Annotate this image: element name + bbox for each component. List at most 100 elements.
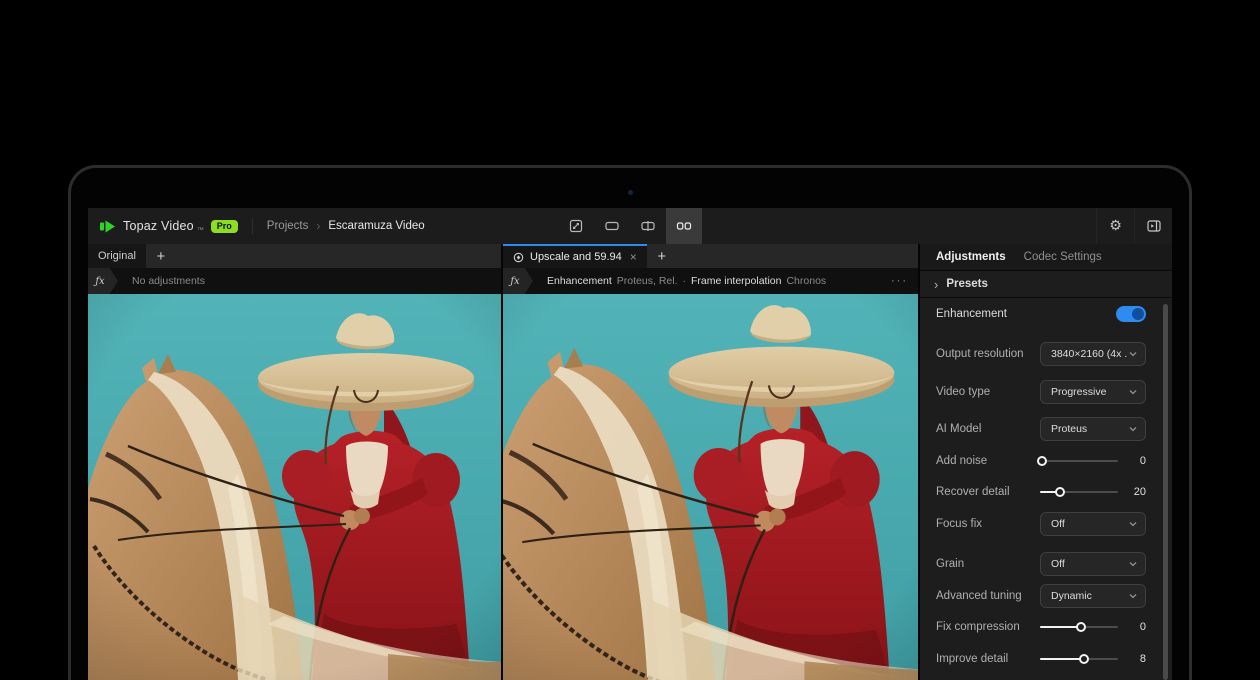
fit-view-button[interactable]	[558, 208, 594, 244]
row-label: Add noise	[936, 455, 1040, 467]
ai-model-dropdown[interactable]: Proteus	[1040, 417, 1146, 441]
app-title: Topaz Video	[123, 219, 194, 233]
webcam-dot	[628, 190, 633, 195]
row-label: Advanced tuning	[936, 590, 1040, 602]
slider-fill	[1040, 658, 1084, 660]
fx-icon: ƒx	[510, 276, 519, 287]
chevron-down-icon	[1128, 387, 1138, 397]
row-label: Grain	[936, 558, 1040, 570]
video-type-dropdown[interactable]: Progressive	[1040, 380, 1146, 404]
dropdown-value: 3840×2160 (4x ...	[1051, 348, 1128, 360]
panel-tabs: Adjustments Codec Settings	[920, 244, 1172, 271]
video-preview-upscaled[interactable]	[503, 294, 918, 680]
original-tabstrip: Original +	[88, 244, 501, 268]
dropdown-value: Off	[1051, 558, 1128, 570]
export-panel-toggle-button[interactable]	[1134, 208, 1172, 244]
chevron-right-icon: ›	[934, 278, 938, 291]
row-label: Improve detail	[936, 653, 1040, 665]
fit-view-icon	[568, 218, 584, 234]
tab-original[interactable]: Original	[88, 244, 146, 268]
dropdown-value: Progressive	[1051, 386, 1128, 398]
tab-upscale-label: Upscale and 59.94	[530, 251, 622, 263]
fx-badge: ƒx	[503, 268, 533, 294]
top-bar: Topaz Video ™ Pro Projects › Escaramuza …	[88, 208, 1172, 244]
panel-scrollbar[interactable]	[1163, 304, 1168, 680]
slider-thumb[interactable]	[1055, 487, 1065, 497]
dropdown-value: Proteus	[1051, 423, 1128, 435]
breadcrumb-current-project: Escaramuza Video	[328, 220, 424, 232]
fx-badge: ƒx	[88, 268, 118, 294]
tab-upscale[interactable]: Upscale and 59.94 ×	[503, 244, 647, 268]
output-resolution-row: Output resolution 3840×2160 (4x ...	[936, 342, 1146, 366]
recover-detail-row: Recover detail 20	[936, 480, 1146, 504]
single-view-icon	[604, 218, 620, 234]
fix-compression-row: Fix compression 0	[936, 615, 1146, 639]
presets-row[interactable]: › Presets	[920, 271, 1172, 298]
add-tab-button-left[interactable]: +	[146, 244, 176, 268]
gear-icon: ⚙	[1109, 219, 1122, 233]
side-by-side-view-icon	[676, 218, 692, 234]
row-label: Video type	[936, 386, 1040, 398]
split-view-button[interactable]	[630, 208, 666, 244]
slider-thumb[interactable]	[1079, 654, 1089, 664]
breadcrumb-projects[interactable]: Projects	[267, 220, 309, 232]
add-noise-row: Add noise 0	[936, 449, 1146, 473]
slider-value: 20	[1118, 486, 1146, 498]
original-fx-row: ƒx No adjustments	[88, 268, 501, 294]
add-tab-button-right[interactable]: +	[647, 244, 677, 268]
upscaled-frame-art	[503, 294, 918, 680]
chevron-down-icon	[1128, 349, 1138, 359]
improve-detail-slider[interactable]	[1040, 647, 1118, 671]
row-label: Recover detail	[936, 486, 1040, 498]
original-pane: Original + ƒx No adjustments	[88, 244, 501, 680]
dropdown-value: Dynamic	[1051, 590, 1128, 602]
slider-value: 0	[1118, 455, 1146, 467]
app-logo: Topaz Video ™ Pro	[100, 218, 238, 234]
grain-dropdown[interactable]: Off	[1040, 552, 1146, 576]
advanced-tuning-dropdown[interactable]: Dynamic	[1040, 584, 1146, 608]
close-tab-icon[interactable]: ×	[630, 250, 637, 264]
breadcrumb: Projects › Escaramuza Video	[267, 219, 425, 233]
trademark: ™	[197, 227, 204, 234]
slider-value: 8	[1118, 653, 1146, 665]
row-label: Fix compression	[936, 621, 1040, 633]
chevron-down-icon	[1128, 519, 1138, 529]
ai-model-row: AI Model Proteus	[936, 417, 1146, 441]
interpolation-filter-label: Frame interpolation	[691, 275, 781, 287]
tab-codec-settings[interactable]: Codec Settings	[1024, 251, 1102, 263]
output-resolution-dropdown[interactable]: 3840×2160 (4x ...	[1040, 342, 1146, 366]
tab-adjustments[interactable]: Adjustments	[936, 251, 1006, 263]
settings-button[interactable]: ⚙	[1096, 208, 1134, 244]
slider-thumb[interactable]	[1037, 456, 1047, 466]
chevron-down-icon	[1128, 559, 1138, 569]
video-preview-original[interactable]	[88, 294, 501, 680]
focus-fix-row: Focus fix Off	[936, 512, 1146, 536]
laptop-frame: Topaz Video ™ Pro Projects › Escaramuza …	[68, 165, 1192, 680]
focus-fix-dropdown[interactable]: Off	[1040, 512, 1146, 536]
single-view-button[interactable]	[594, 208, 630, 244]
recover-detail-slider[interactable]	[1040, 480, 1118, 504]
upscaled-fx-row: ƒx Enhancement Proteus, Rel. · Frame int…	[503, 268, 918, 294]
slider-thumb[interactable]	[1076, 622, 1086, 632]
original-frame-art	[88, 294, 501, 680]
row-label: Output resolution	[936, 348, 1040, 360]
adjustments-panel: Adjustments Codec Settings › Presets Enh…	[920, 244, 1172, 680]
upscaled-pane: Upscale and 59.94 × + ƒx Enhancement	[503, 244, 918, 680]
topbar-right-actions: ⚙	[1096, 208, 1172, 244]
row-label: Focus fix	[936, 518, 1040, 530]
side-by-side-view-button[interactable]	[666, 208, 702, 244]
row-label: AI Model	[936, 423, 1040, 435]
interpolation-filter-value: Chronos	[786, 275, 826, 287]
fix-compression-slider[interactable]	[1040, 615, 1118, 639]
split-view-icon	[640, 218, 656, 234]
enhancement-tab-icon	[513, 252, 524, 263]
panel-toggle-icon	[1146, 218, 1162, 234]
slider-track	[1040, 460, 1118, 462]
more-options-icon[interactable]: ···	[891, 275, 908, 287]
no-adjustments-label: No adjustments	[132, 275, 205, 287]
enhancement-toggle[interactable]	[1116, 306, 1146, 322]
add-noise-slider[interactable]	[1040, 449, 1118, 473]
toggle-knob	[1132, 308, 1144, 320]
chevron-right-icon: ›	[316, 219, 320, 233]
enhancement-filter-label: Enhancement	[547, 275, 612, 287]
